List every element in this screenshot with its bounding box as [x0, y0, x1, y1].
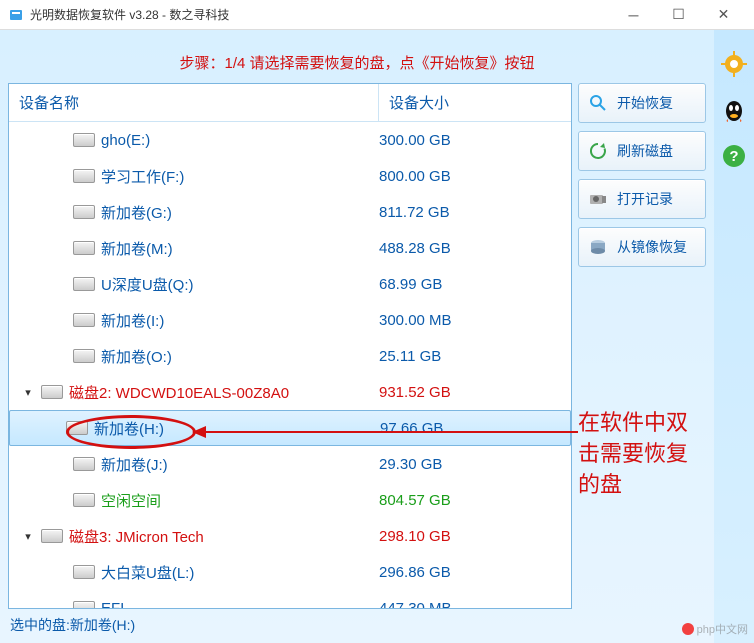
start-recovery-button[interactable]: 开始恢复	[578, 83, 706, 123]
column-header-size[interactable]: 设备大小	[379, 84, 571, 121]
table-row[interactable]: 新加卷(J:) 29.30 GB	[9, 446, 571, 482]
chevron-down-icon[interactable]: ▾	[21, 386, 35, 399]
row-size-label: 931.52 GB	[379, 384, 571, 401]
table-row[interactable]: ▾ 磁盘2: WDCWD10EALS-00Z8A0 931.52 GB	[9, 374, 571, 410]
row-size-label: 25.11 GB	[379, 348, 571, 365]
device-table: 设备名称 设备大小 gho(E:) 300.00 GB 学习工作(F:) 800.00…	[8, 83, 572, 609]
table-row[interactable]: 空闲空间 804.57 GB	[9, 482, 571, 518]
from-image-button[interactable]: 从镜像恢复	[578, 227, 706, 267]
watermark-text: php中文网	[697, 621, 748, 637]
row-name-label: 新加卷(J:)	[101, 454, 168, 475]
row-size-label: 488.28 GB	[379, 240, 571, 257]
disk-icon	[73, 457, 95, 471]
disk-icon	[66, 421, 88, 435]
row-name-label: 磁盘3: JMicron Tech	[69, 526, 204, 547]
table-header: 设备名称 设备大小	[9, 84, 571, 122]
row-name-label: 磁盘2: WDCWD10EALS-00Z8A0	[69, 382, 289, 403]
close-button[interactable]: ✕	[701, 0, 746, 30]
row-name-label: 新加卷(O:)	[101, 346, 172, 367]
gear-icon[interactable]	[720, 50, 748, 78]
watermark-logo-icon	[682, 623, 694, 635]
button-label: 刷新磁盘	[617, 141, 673, 161]
button-label: 开始恢复	[617, 93, 673, 113]
row-size-label: 97.66 GB	[380, 420, 570, 437]
titlebar: 光明数据恢复软件 v3.28 - 数之寻科技 ─ ☐ ✕	[0, 0, 754, 30]
button-label: 打开记录	[617, 189, 673, 209]
row-name-label: 新加卷(M:)	[101, 238, 173, 259]
action-panel: 开始恢复 刷新磁盘 打开记录	[578, 83, 706, 609]
row-size-label: 300.00 GB	[379, 132, 571, 149]
row-size-label: 296.86 GB	[379, 564, 571, 581]
row-name-label: 新加卷(I:)	[101, 310, 164, 331]
table-row[interactable]: 新加卷(I:) 300.00 MB	[9, 302, 571, 338]
magnifier-icon	[587, 92, 609, 114]
row-name-label: 新加卷(H:)	[94, 418, 164, 439]
camera-icon	[587, 188, 609, 210]
table-row[interactable]: EFI 447.30 MB	[9, 590, 571, 608]
status-bar: 选中的盘:新加卷(H:)	[8, 609, 706, 635]
table-row[interactable]: 学习工作(F:) 800.00 GB	[9, 158, 571, 194]
row-size-label: 800.00 GB	[379, 168, 571, 185]
side-toolbar: ?	[714, 30, 754, 643]
window-title: 光明数据恢复软件 v3.28 - 数之寻科技	[30, 6, 611, 23]
row-size-label: 29.30 GB	[379, 456, 571, 473]
row-name-label: 新加卷(G:)	[101, 202, 172, 223]
maximize-button[interactable]: ☐	[656, 0, 701, 30]
content-pane: 步骤：1/4 请选择需要恢复的盘，点《开始恢复》按钮 设备名称 设备大小 gho…	[0, 30, 714, 643]
row-size-label: 298.10 GB	[379, 528, 571, 545]
disk-icon	[73, 313, 95, 327]
disk-icon	[73, 601, 95, 608]
row-size-label: 811.72 GB	[379, 204, 571, 221]
row-size-label: 804.57 GB	[379, 492, 571, 509]
step-banner: 步骤：1/4 请选择需要恢复的盘，点《开始恢复》按钮	[8, 38, 706, 83]
disk-icon	[41, 385, 63, 399]
table-row[interactable]: 新加卷(G:) 811.72 GB	[9, 194, 571, 230]
svg-text:?: ?	[729, 148, 738, 165]
disk-icon	[73, 493, 95, 507]
column-header-name[interactable]: 设备名称	[9, 84, 379, 121]
minimize-button[interactable]: ─	[611, 0, 656, 30]
table-row[interactable]: 大白菜U盘(L:) 296.86 GB	[9, 554, 571, 590]
table-row[interactable]: 新加卷(H:) 97.66 GB	[9, 410, 571, 446]
app-icon	[8, 7, 24, 23]
row-name-label: gho(E:)	[101, 132, 150, 149]
row-name-label: U深度U盘(Q:)	[101, 274, 194, 295]
disk-icon	[73, 349, 95, 363]
status-label: 选中的盘:	[10, 617, 70, 633]
row-size-label: 447.30 MB	[379, 600, 571, 609]
open-log-button[interactable]: 打开记录	[578, 179, 706, 219]
disk-icon	[73, 277, 95, 291]
refresh-icon	[587, 140, 609, 162]
disk-icon	[73, 133, 95, 147]
table-row[interactable]: gho(E:) 300.00 GB	[9, 122, 571, 158]
disk-icon	[73, 241, 95, 255]
table-row[interactable]: 新加卷(O:) 25.11 GB	[9, 338, 571, 374]
qq-icon[interactable]	[720, 96, 748, 124]
help-icon[interactable]: ?	[720, 142, 748, 170]
disk-icon	[41, 529, 63, 543]
row-name-label: EFI	[101, 600, 124, 609]
status-value: 新加卷(H:)	[70, 617, 135, 633]
window-controls: ─ ☐ ✕	[611, 0, 746, 30]
refresh-disk-button[interactable]: 刷新磁盘	[578, 131, 706, 171]
button-label: 从镜像恢复	[617, 237, 687, 257]
table-body[interactable]: gho(E:) 300.00 GB 学习工作(F:) 800.00 GB 新加卷(G:)…	[9, 122, 571, 608]
row-name-label: 大白菜U盘(L:)	[101, 562, 194, 583]
row-name-label: 学习工作(F:)	[101, 166, 184, 187]
table-row[interactable]: 新加卷(M:) 488.28 GB	[9, 230, 571, 266]
chevron-down-icon[interactable]: ▾	[21, 530, 35, 543]
row-name-label: 空闲空间	[101, 490, 161, 511]
watermark: php中文网	[682, 621, 748, 637]
disk-icon	[73, 205, 95, 219]
disk-icon	[73, 565, 95, 579]
table-row[interactable]: U深度U盘(Q:) 68.99 GB	[9, 266, 571, 302]
row-size-label: 68.99 GB	[379, 276, 571, 293]
hdd-icon	[587, 236, 609, 258]
row-size-label: 300.00 MB	[379, 312, 571, 329]
table-row[interactable]: ▾ 磁盘3: JMicron Tech 298.10 GB	[9, 518, 571, 554]
disk-icon	[73, 169, 95, 183]
